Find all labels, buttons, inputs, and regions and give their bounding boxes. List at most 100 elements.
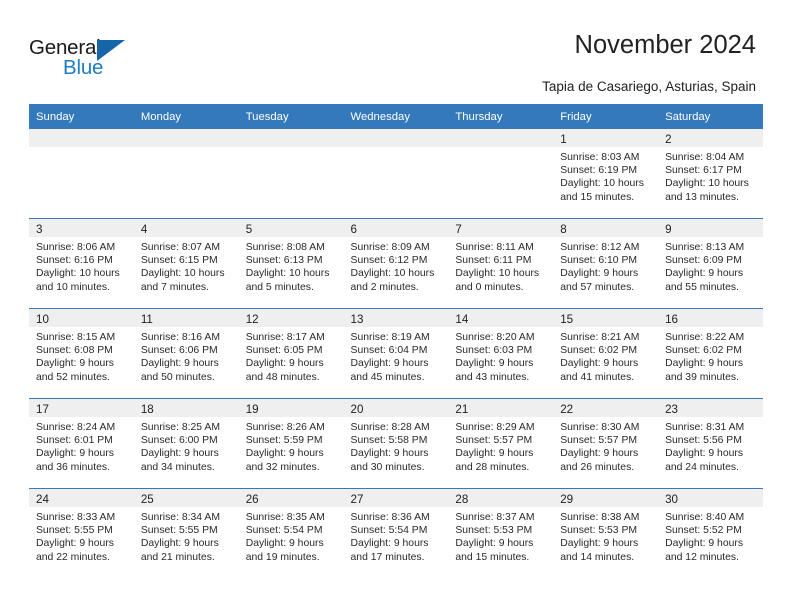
day-number: 9 [665, 223, 672, 236]
sunrise-text: Sunrise: 8:38 AM [560, 512, 640, 523]
sunset-text: Sunset: 6:13 PM [245, 255, 323, 267]
calendar-day-cell[interactable]: 29 Sunrise: 8:38 AM Sunset: 5:53 PM Dayligh… [553, 488, 659, 578]
sunset-text: Sunset: 6:12 PM [350, 255, 428, 267]
sunset-text: Sunset: 5:53 PM [455, 525, 533, 537]
daylight-text: Daylight: 9 hours and 30 minutes. [350, 448, 429, 473]
calendar-day-cell[interactable]: 27 Sunrise: 8:36 AM Sunset: 5:54 PM Dayligh… [343, 488, 449, 578]
day-cell-content: 17 Sunrise: 8:24 AM Sunset: 6:01 PM Dayligh… [29, 399, 134, 488]
day-number: 11 [140, 313, 153, 326]
day-cell-content: 21 Sunrise: 8:29 AM Sunset: 5:57 PM Dayligh… [448, 399, 554, 488]
day-details: Sunrise: 8:15 AM Sunset: 6:08 PM Daylight:… [29, 327, 134, 384]
day-details: Sunrise: 8:24 AM Sunset: 6:01 PM Daylight:… [29, 417, 134, 474]
calendar-day-cell[interactable]: 19 Sunrise: 8:26 AM Sunset: 5:59 PM Dayligh… [238, 398, 344, 489]
sunrise-text: Sunrise: 8:31 AM [665, 422, 745, 433]
calendar-day-cell[interactable]: 17 Sunrise: 8:24 AM Sunset: 6:01 PM Dayligh… [29, 398, 134, 489]
calendar-day-cell[interactable]: 13 Sunrise: 8:19 AM Sunset: 6:04 PM Dayligh… [343, 308, 449, 399]
day-number: 12 [245, 313, 259, 326]
sunrise-text: Sunrise: 8:24 AM [36, 422, 116, 433]
calendar-day-cell[interactable]: 9 Sunrise: 8:13 AM Sunset: 6:09 PM Daylight… [658, 218, 763, 309]
calendar-table: Sunday Monday Tuesday Wednesday Thursday… [29, 104, 763, 578]
calendar-day-cell[interactable]: 5 Sunrise: 8:08 AM Sunset: 6:13 PM Daylight… [238, 218, 344, 309]
day-number-strip: 14 [448, 309, 554, 327]
day-number-strip: 25 [133, 489, 239, 507]
page-subtitle-location: Tapia de Casariego, Asturias, Spain [542, 79, 756, 94]
daylight-text: Daylight: 10 hours and 10 minutes. [36, 268, 120, 293]
day-number: 1 [560, 133, 567, 146]
day-cell-content [343, 129, 449, 218]
calendar-day-cell[interactable]: 30 Sunrise: 8:40 AM Sunset: 5:52 PM Dayligh… [658, 488, 763, 578]
calendar-day-cell[interactable]: 20 Sunrise: 8:28 AM Sunset: 5:58 PM Dayligh… [343, 398, 449, 489]
calendar-day-cell[interactable]: 4 Sunrise: 8:07 AM Sunset: 6:15 PM Daylight… [133, 218, 239, 309]
sunrise-text: Sunrise: 8:04 AM [665, 152, 745, 163]
sunrise-text: Sunrise: 8:22 AM [665, 332, 745, 343]
sunrise-text: Sunrise: 8:19 AM [350, 332, 430, 343]
calendar-day-cell[interactable]: 28 Sunrise: 8:37 AM Sunset: 5:53 PM Dayligh… [448, 488, 554, 578]
day-number: 30 [665, 493, 678, 506]
day-details: Sunrise: 8:33 AM Sunset: 5:55 PM Daylight:… [29, 507, 134, 564]
sunrise-text: Sunrise: 8:15 AM [36, 332, 116, 343]
calendar-day-cell[interactable]: 8 Sunrise: 8:12 AM Sunset: 6:10 PM Daylight… [553, 218, 659, 309]
day-cell-content: 14 Sunrise: 8:20 AM Sunset: 6:03 PM Dayligh… [448, 309, 554, 398]
calendar-day-cell[interactable]: 26 Sunrise: 8:35 AM Sunset: 5:54 PM Dayligh… [238, 488, 344, 578]
calendar-day-cell[interactable]: 22 Sunrise: 8:30 AM Sunset: 5:57 PM Dayligh… [553, 398, 659, 489]
day-cell-content: 23 Sunrise: 8:31 AM Sunset: 5:56 PM Dayligh… [658, 399, 763, 488]
daylight-text: Daylight: 10 hours and 2 minutes. [350, 268, 435, 293]
calendar-day-cell[interactable]: 1 Sunrise: 8:03 AM Sunset: 6:19 PM Daylight… [553, 129, 659, 219]
day-cell-content [133, 129, 239, 218]
sunset-text: Sunset: 5:59 PM [245, 435, 323, 447]
sunset-text: Sunset: 6:11 PM [455, 255, 532, 267]
calendar-day-cell[interactable]: 18 Sunrise: 8:25 AM Sunset: 6:00 PM Dayligh… [133, 398, 239, 489]
calendar-day-cell[interactable]: 16 Sunrise: 8:22 AM Sunset: 6:02 PM Dayligh… [658, 308, 763, 399]
calendar-day-cell[interactable]: 6 Sunrise: 8:09 AM Sunset: 6:12 PM Daylight… [343, 218, 449, 309]
day-details: Sunrise: 8:11 AM Sunset: 6:11 PM Daylight:… [448, 237, 553, 294]
daylight-text: Daylight: 9 hours and 52 minutes. [36, 358, 114, 383]
day-number-strip: 6 [343, 219, 449, 237]
day-number: 19 [245, 403, 259, 416]
calendar-header-row: Sunday Monday Tuesday Wednesday Thursday… [29, 104, 763, 129]
day-number-strip: 11 [133, 309, 239, 327]
calendar-day-cell[interactable]: 21 Sunrise: 8:29 AM Sunset: 5:57 PM Dayligh… [448, 398, 554, 489]
day-number-strip: 20 [343, 399, 449, 417]
calendar-day-cell[interactable]: 14 Sunrise: 8:20 AM Sunset: 6:03 PM Dayligh… [448, 308, 554, 399]
sunset-text: Sunset: 5:55 PM [140, 525, 218, 537]
calendar-page: General Blue November 2024 Tapia de Casa… [0, 0, 792, 612]
day-cell-content: 10 Sunrise: 8:15 AM Sunset: 6:08 PM Dayligh… [29, 309, 134, 398]
day-number-strip: 17 [29, 399, 134, 417]
sunset-text: Sunset: 6:16 PM [36, 255, 113, 267]
day-number: 18 [140, 403, 154, 416]
weekday-header-saturday: Saturday [658, 104, 763, 129]
day-number: 23 [665, 403, 678, 416]
day-cell-content [29, 129, 134, 218]
calendar-day-cell[interactable]: 2 Sunrise: 8:04 AM Sunset: 6:17 PM Daylight… [658, 129, 763, 219]
day-number-strip [343, 129, 449, 147]
calendar-day-cell[interactable]: 15 Sunrise: 8:21 AM Sunset: 6:02 PM Dayligh… [553, 308, 659, 399]
day-details: Sunrise: 8:07 AM Sunset: 6:15 PM Daylight:… [134, 237, 239, 294]
daylight-text: Daylight: 9 hours and 19 minutes. [245, 538, 324, 563]
calendar-day-cell[interactable]: 12 Sunrise: 8:17 AM Sunset: 6:05 PM Dayligh… [238, 308, 344, 399]
sunset-text: Sunset: 6:02 PM [560, 345, 638, 357]
general-blue-logo[interactable]: General Blue [29, 36, 159, 84]
calendar-day-cell[interactable]: 3 Sunrise: 8:06 AM Sunset: 6:16 PM Daylight… [29, 218, 134, 309]
day-number: 27 [350, 493, 364, 506]
calendar-empty-cell [343, 129, 449, 219]
calendar-day-cell[interactable]: 24 Sunrise: 8:33 AM Sunset: 5:55 PM Dayligh… [29, 488, 134, 578]
sunrise-text: Sunrise: 8:30 AM [560, 422, 640, 433]
sunset-text: Sunset: 5:57 PM [455, 435, 533, 447]
calendar-day-cell[interactable]: 7 Sunrise: 8:11 AM Sunset: 6:11 PM Daylight… [448, 218, 554, 309]
day-cell-content: 12 Sunrise: 8:17 AM Sunset: 6:05 PM Dayligh… [238, 309, 344, 398]
day-cell-content: 28 Sunrise: 8:37 AM Sunset: 5:53 PM Dayligh… [448, 489, 554, 578]
day-details: Sunrise: 8:37 AM Sunset: 5:53 PM Daylight:… [448, 507, 553, 564]
day-number: 4 [140, 223, 148, 236]
sunset-text: Sunset: 6:10 PM [560, 255, 638, 267]
day-number-strip: 8 [553, 219, 659, 237]
calendar-day-cell[interactable]: 25 Sunrise: 8:34 AM Sunset: 5:55 PM Dayligh… [133, 488, 239, 578]
day-number-strip: 7 [448, 219, 554, 237]
calendar-day-cell[interactable]: 10 Sunrise: 8:15 AM Sunset: 6:08 PM Dayligh… [29, 308, 134, 399]
day-number-strip: 27 [343, 489, 449, 507]
sunset-text: Sunset: 5:56 PM [665, 435, 742, 447]
daylight-text: Daylight: 9 hours and 28 minutes. [455, 448, 534, 473]
sunset-text: Sunset: 6:06 PM [140, 345, 218, 357]
day-number: 22 [560, 403, 574, 416]
calendar-day-cell[interactable]: 11 Sunrise: 8:16 AM Sunset: 6:06 PM Dayligh… [133, 308, 239, 399]
calendar-day-cell[interactable]: 23 Sunrise: 8:31 AM Sunset: 5:56 PM Dayligh… [658, 398, 763, 489]
